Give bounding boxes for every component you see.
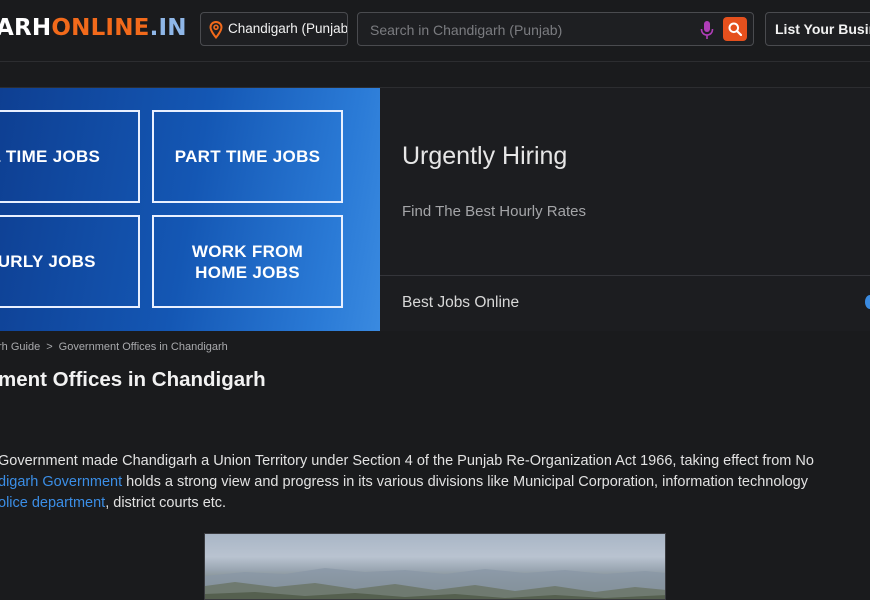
- list-your-business-button[interactable]: List Your Business: [765, 12, 870, 46]
- breadcrumb: rh Guide > Government Offices in Chandigar…: [0, 341, 228, 353]
- ad-arrow-icon[interactable]: [865, 295, 870, 309]
- intro-line-2-text: holds a strong view and progress in its …: [122, 474, 808, 490]
- list-your-business-label: List Your Business: [775, 21, 870, 37]
- ad-tile-label: WORK FROM HOME JOBS: [191, 241, 304, 282]
- breadcrumb-separator: >: [46, 341, 53, 353]
- ad-tile-work-from-home-jobs: WORK FROM HOME JOBS: [152, 215, 343, 308]
- ad-tile-full-time-jobs: LL TIME JOBS: [0, 110, 140, 203]
- breadcrumb-item-guide[interactable]: rh Guide: [0, 341, 40, 353]
- nav-bar: [0, 62, 870, 88]
- ad-subtitle: Find The Best Hourly Rates: [402, 203, 586, 220]
- ad-tile-label: OURLY JOBS: [0, 252, 96, 271]
- ad-tile-hourly-jobs: OURLY JOBS: [0, 215, 140, 308]
- site-logo[interactable]: ARHONLINE.IN: [0, 15, 187, 41]
- site-header: ARHONLINE.IN Chandigarh (Punjab) List Yo…: [0, 0, 870, 62]
- ad-tile-part-time-jobs: PART TIME JOBS: [152, 110, 343, 203]
- ad-tile-label: PART TIME JOBS: [174, 147, 321, 166]
- jobs-ad-banner[interactable]: LL TIME JOBS PART TIME JOBS OURLY JOBS W…: [0, 88, 870, 331]
- intro-line-2: digarh Government holds a strong view an…: [0, 472, 870, 493]
- intro-line-3-text: , district courts etc.: [105, 495, 227, 511]
- intro-line-1: Government made Chandigarh a Union Terri…: [0, 453, 814, 469]
- logo-text-part3: .IN: [149, 15, 187, 41]
- logo-text-part1: ARH: [0, 15, 52, 41]
- location-selector[interactable]: Chandigarh (Punjab): [200, 12, 348, 46]
- search-icon: [728, 22, 742, 36]
- microphone-icon[interactable]: [700, 20, 714, 40]
- intro-paragraph: Government made Chandigarh a Union Terri…: [0, 451, 870, 514]
- jobs-ad-image[interactable]: LL TIME JOBS PART TIME JOBS OURLY JOBS W…: [0, 88, 380, 331]
- page-title: ment Offices in Chandigarh: [0, 368, 266, 391]
- ad-title: Urgently Hiring: [402, 142, 568, 170]
- breadcrumb-item-current: Government Offices in Chandigarh: [58, 341, 228, 353]
- location-value: Chandigarh (Punjab): [228, 21, 348, 36]
- ad-footer-text[interactable]: Best Jobs Online: [402, 294, 519, 312]
- search-input[interactable]: [370, 20, 690, 40]
- location-pin-icon: [209, 21, 223, 39]
- chandigarh-landscape-photo: [204, 533, 666, 600]
- police-department-link[interactable]: olice department: [0, 495, 105, 511]
- intro-line-3: olice department, district courts etc.: [0, 493, 870, 514]
- search-button[interactable]: [723, 17, 747, 41]
- ad-divider: [380, 275, 870, 276]
- mountain-silhouette: [205, 568, 665, 599]
- ad-tile-label: LL TIME JOBS: [0, 147, 101, 166]
- logo-text-part2: ONLINE: [51, 15, 150, 41]
- search-bar: [357, 12, 754, 46]
- chandigarh-government-link[interactable]: digarh Government: [0, 474, 122, 490]
